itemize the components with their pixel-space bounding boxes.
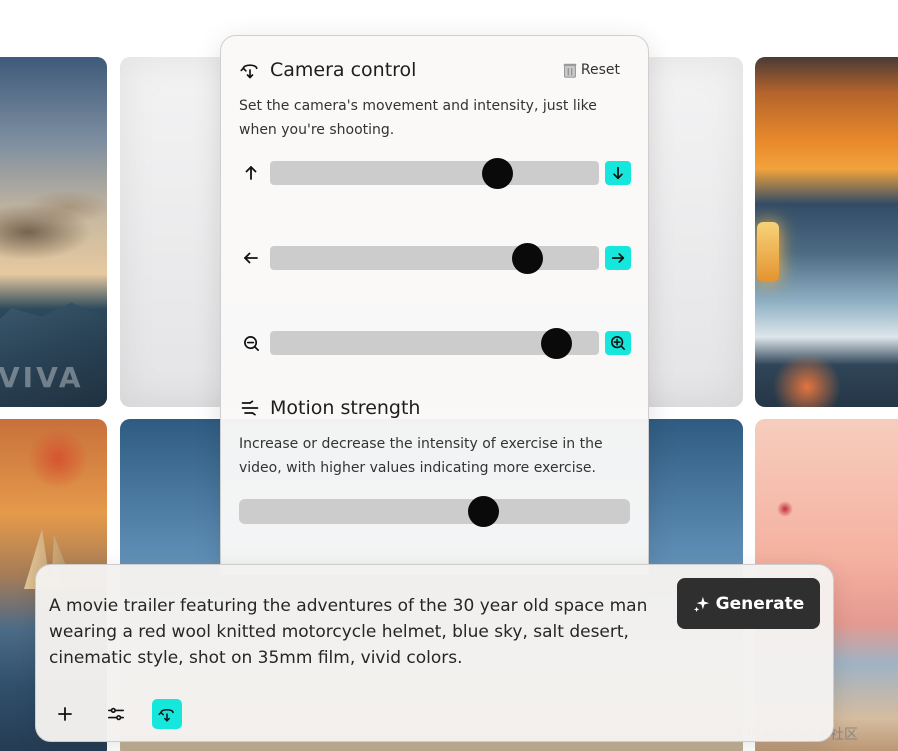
reset-label: Reset [580, 62, 620, 78]
slider-thumb[interactable] [541, 328, 573, 359]
horizontal-movement-slider-row [239, 243, 631, 274]
arrow-down-icon[interactable] [605, 161, 631, 185]
vertical-movement-slider[interactable] [270, 158, 599, 189]
vertical-movement-slider-row [239, 158, 631, 189]
trash-icon [563, 63, 577, 78]
arrow-up-icon[interactable] [239, 161, 263, 185]
settings-sliders-icon[interactable] [101, 699, 131, 729]
zoom-slider-row [239, 328, 631, 359]
gallery-image-sunset-sea[interactable] [755, 57, 898, 407]
add-icon[interactable] [50, 699, 80, 729]
generate-button[interactable]: Generate [677, 578, 820, 629]
motion-strength-description: Increase or decrease the intensity of ex… [239, 436, 603, 476]
slider-thumb[interactable] [482, 158, 513, 189]
camera-control-panel: Camera control Reset Set the camera's mo… [220, 35, 649, 575]
camera-control-description: Set the camera's movement and intensity,… [239, 98, 597, 138]
zoom-out-icon[interactable] [239, 331, 263, 355]
sparkle-icon [693, 596, 709, 612]
prompt-box: A movie trailer featuring the adventures… [35, 564, 834, 742]
arrow-right-icon[interactable] [605, 246, 631, 270]
image-watermark: VIVA [0, 361, 84, 394]
horizontal-movement-slider[interactable] [270, 243, 599, 274]
arrow-left-icon[interactable] [239, 246, 263, 270]
camera-control-header: Camera control Reset [239, 58, 620, 82]
zoom-slider[interactable] [270, 328, 599, 359]
gallery-image-mountain[interactable]: VIVA [0, 57, 107, 407]
motion-strength-title: Motion strength [270, 397, 421, 419]
zoom-in-icon[interactable] [605, 331, 631, 355]
slider-thumb[interactable] [468, 496, 500, 527]
motion-strength-header: Motion strength [239, 396, 620, 420]
camera-control-title: Camera control [270, 59, 417, 81]
camera-movement-icon [239, 59, 261, 81]
prompt-input[interactable]: A movie trailer featuring the adventures… [49, 593, 649, 671]
lantern-shape [757, 222, 779, 282]
reset-button[interactable]: Reset [561, 61, 620, 79]
motion-strength-slider[interactable] [239, 496, 630, 527]
camera-movement-icon[interactable] [152, 699, 182, 729]
slider-thumb[interactable] [511, 243, 543, 274]
motion-lines-icon [239, 397, 261, 419]
generate-label: Generate [715, 593, 805, 614]
